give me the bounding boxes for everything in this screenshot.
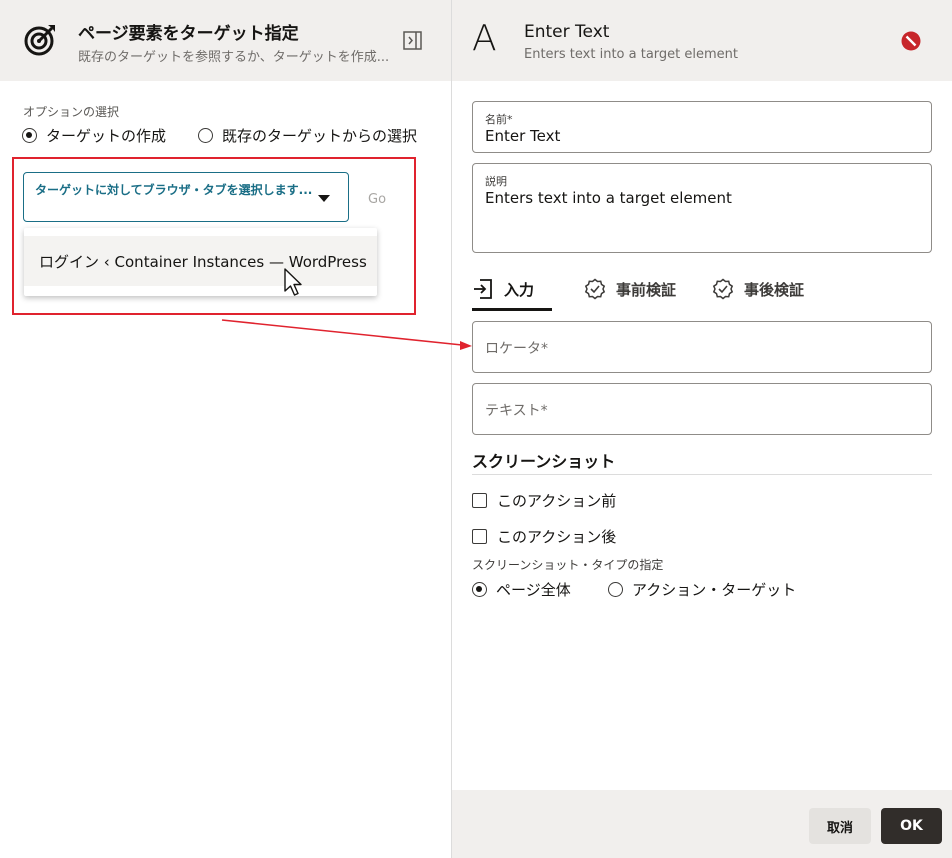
browser-tab-select[interactable]: ターゲットに対してブラウザ・タブを選択します...: [23, 172, 349, 222]
text-placeholder: テキスト*: [485, 403, 548, 419]
checkbox-before-action[interactable]: このアクション前: [472, 490, 616, 511]
checkbox-before-action-label: このアクション前: [497, 492, 617, 510]
text-action-icon: A: [472, 18, 497, 59]
screenshot-type-label: スクリーンショット・タイプの指定: [472, 558, 664, 572]
screenshot-section-title: スクリーンショット: [472, 452, 616, 471]
caret-down-icon: [318, 195, 330, 202]
radio-unselected-icon: [608, 582, 623, 597]
radio-action-target[interactable]: アクション・ターゲット: [608, 579, 796, 600]
verified-badge-icon: [584, 278, 606, 300]
radio-existing-target[interactable]: 既存のターゲットからの選択: [198, 125, 417, 146]
radio-selected-icon: [472, 582, 487, 597]
cancel-button[interactable]: 取消: [809, 808, 871, 844]
tab-post-validation-label: 事後検証: [744, 280, 805, 299]
tab-input-label: 入力: [504, 280, 535, 299]
target-panel-title: ページ要素をターゲット指定: [78, 24, 299, 44]
section-divider: [472, 474, 932, 475]
action-panel-footer: 取消 OK: [452, 790, 952, 858]
action-panel-header: A Enter Text Enters text into a target e…: [452, 0, 952, 81]
target-panel-subtitle: 既存のターゲットを参照するか、ターゲットを作成...: [78, 50, 390, 65]
radio-selected-icon: [22, 128, 37, 143]
tab-input[interactable]: 入力: [472, 266, 534, 312]
radio-action-target-label: アクション・ターゲット: [632, 581, 797, 599]
locator-field[interactable]: ロケータ*: [472, 321, 932, 373]
tab-bar: 入力 事前検証 事後検証: [472, 266, 932, 312]
target-panel-header: ページ要素をターゲット指定 既存のターゲットを参照するか、ターゲットを作成...: [0, 0, 451, 81]
radio-existing-target-label: 既存のターゲットからの選択: [222, 127, 418, 145]
action-subtitle: Enters text into a target element: [524, 47, 738, 62]
mouse-cursor-icon: [284, 268, 302, 296]
name-field[interactable]: 名前* Enter Text: [472, 101, 932, 153]
locator-placeholder: ロケータ*: [485, 341, 548, 357]
ok-button[interactable]: OK: [881, 808, 942, 844]
action-title: Enter Text: [524, 22, 610, 42]
tab-post-validation[interactable]: 事後検証: [712, 266, 804, 312]
name-field-value: Enter Text: [485, 127, 561, 145]
input-icon: [474, 279, 492, 299]
target-icon: [24, 25, 55, 56]
radio-full-page-label: ページ全体: [496, 581, 571, 599]
checkbox-after-action-label: このアクション後: [497, 528, 617, 546]
description-field-label: 説明: [485, 175, 507, 188]
tab-pre-validation[interactable]: 事前検証: [584, 266, 676, 312]
verified-badge-icon: [712, 278, 734, 300]
action-panel: A Enter Text Enters text into a target e…: [452, 0, 952, 858]
checkbox-after-action[interactable]: このアクション後: [472, 526, 616, 547]
app-window: ページ要素をターゲット指定 既存のターゲットを参照するか、ターゲットを作成...…: [0, 0, 952, 858]
stop-icon[interactable]: [901, 31, 921, 51]
collapse-panel-icon[interactable]: [403, 31, 422, 50]
checkbox-unchecked-icon: [472, 493, 487, 508]
active-tab-indicator: [472, 308, 552, 311]
radio-create-target-label: ターゲットの作成: [46, 127, 167, 145]
description-field-value: Enters text into a target element: [485, 189, 732, 207]
text-field[interactable]: テキスト*: [472, 383, 932, 435]
checkbox-unchecked-icon: [472, 529, 487, 544]
radio-full-page[interactable]: ページ全体: [472, 579, 571, 600]
options-label: オプションの選択: [23, 105, 120, 119]
browser-tab-dropdown: ログイン ‹ Container Instances — WordPress: [24, 228, 377, 296]
radio-create-target[interactable]: ターゲットの作成: [22, 125, 166, 146]
description-field[interactable]: 説明 Enters text into a target element: [472, 163, 932, 253]
dropdown-option[interactable]: ログイン ‹ Container Instances — WordPress: [24, 236, 377, 286]
browser-tab-select-placeholder: ターゲットに対してブラウザ・タブを選択します...: [35, 183, 313, 197]
radio-unselected-icon: [198, 128, 213, 143]
go-button[interactable]: Go: [368, 192, 386, 207]
tab-pre-validation-label: 事前検証: [616, 280, 677, 299]
target-panel: ページ要素をターゲット指定 既存のターゲットを参照するか、ターゲットを作成...…: [0, 0, 452, 858]
name-field-label: 名前*: [485, 113, 513, 126]
